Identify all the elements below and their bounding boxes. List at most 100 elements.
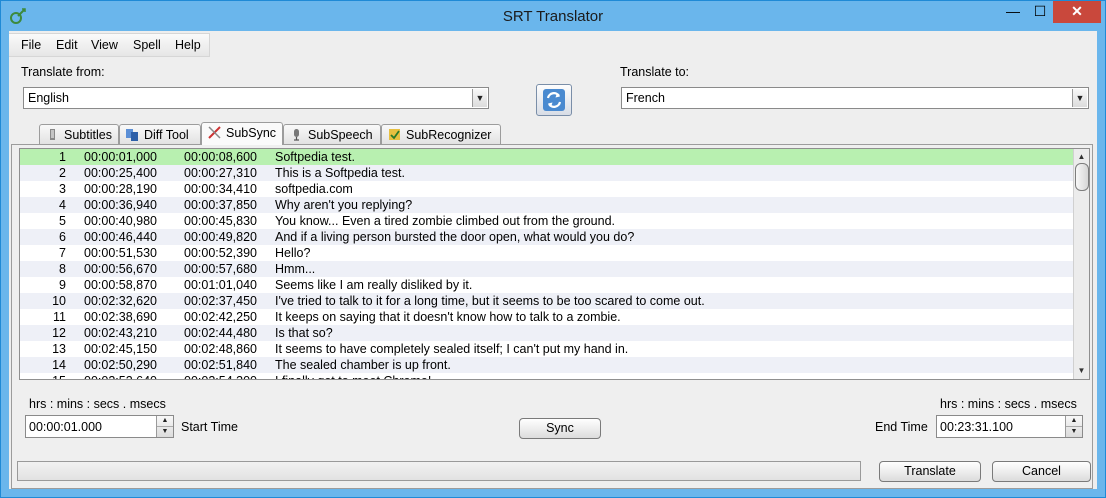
close-button[interactable]: ✕ [1053,1,1101,23]
row-number: 12 [52,326,66,340]
row-number: 8 [59,262,66,276]
table-row[interactable]: 3 00:00:28,190 00:00:34,410 softpedia.com [20,181,1074,197]
table-row[interactable]: 6 00:00:46,440 00:00:49,820 And if a living… [20,229,1074,245]
table-row[interactable]: 10 00:02:32,620 00:02:37,450 I've tried to … [20,293,1074,309]
spinner-up-icon[interactable]: ▲ [1066,416,1082,427]
table-row[interactable]: 7 00:00:51,530 00:00:52,390 Hello? [20,245,1074,261]
tab-diff-tool[interactable]: Diff Tool [119,124,201,144]
menu-view[interactable]: View [91,38,118,52]
menu-file[interactable]: File [21,38,41,52]
translate-from-select[interactable]: English ▼ [23,87,489,109]
row-end-time: 00:00:27,310 [184,166,257,180]
row-text: I finally got to meet Chrome! [275,373,431,379]
row-number: 14 [52,358,66,372]
row-number: 3 [59,182,66,196]
row-end-time: 00:00:45,830 [184,214,257,228]
subtitle-table[interactable]: 1 00:00:01,000 00:00:08,600 Softpedia test.… [19,148,1090,380]
table-row[interactable]: 14 00:02:50,290 00:02:51,840 The sealed cha… [20,357,1074,373]
translate-from-label: Translate from: [21,65,105,79]
start-time-label: Start Time [181,420,238,434]
row-number: 9 [59,278,66,292]
tab-subspeech[interactable]: SubSpeech [283,124,381,144]
sync-button[interactable]: Sync [519,418,601,439]
spinner-down-icon[interactable]: ▼ [157,427,173,437]
window-title: SRT Translator [502,8,604,25]
scrollbar-thumb[interactable] [1075,163,1089,191]
row-end-time: 00:02:37,450 [184,294,257,308]
row-text: And if a living person bursted the door … [275,230,635,244]
spinner-up-icon[interactable]: ▲ [157,416,173,427]
row-end-time: 00:00:57,680 [184,262,257,276]
cancel-button[interactable]: Cancel [992,461,1091,482]
tab-label: Subtitles [64,128,112,142]
row-text: I've tried to talk to it for a long time… [275,294,705,308]
row-text: Softpedia test. [275,150,355,164]
tab-subtitles[interactable]: Subtitles [39,124,119,144]
tab-subsync[interactable]: SubSync [201,122,283,145]
client-area: File Edit View Spell Help Translate from… [9,31,1097,489]
row-start-time: 00:02:52,640 [84,373,157,379]
row-text: Is that so? [275,326,333,340]
translate-to-label: Translate to: [620,65,690,79]
table-row[interactable]: 5 00:00:40,980 00:00:45,830 You know... Eve… [20,213,1074,229]
table-row[interactable]: 13 00:02:45,150 00:02:48,860 It seems to ha… [20,341,1074,357]
row-end-time: 00:02:44,480 [184,326,257,340]
start-time-spinner[interactable]: 00:00:01.000 ▲ ▼ [25,415,174,438]
row-number: 2 [59,166,66,180]
row-start-time: 00:00:58,870 [84,278,157,292]
tab-label: SubSpeech [308,128,373,142]
row-number: 13 [52,342,66,356]
row-text: It keeps on saying that it doesn't know … [275,310,621,324]
row-end-time: 00:02:48,860 [184,342,257,356]
maximize-button[interactable]: ☐ [1027,1,1053,23]
chevron-down-icon[interactable]: ▼ [1072,89,1087,107]
subsync-icon [208,126,221,139]
chevron-down-icon[interactable]: ▼ [472,89,487,107]
end-time-label: End Time [875,420,928,434]
row-end-time: 00:00:52,390 [184,246,257,260]
start-time-format-label: hrs : mins : secs . msecs [29,397,166,411]
tab-subrecognizer[interactable]: SubRecognizer [381,124,501,144]
row-number: 7 [59,246,66,260]
title-bar[interactable]: SRT Translator — ☐ ✕ [1,1,1105,31]
menu-help[interactable]: Help [175,38,201,52]
row-end-time: 00:00:08,600 [184,150,257,164]
row-start-time: 00:02:45,150 [84,342,157,356]
scroll-down-icon[interactable]: ▼ [1074,363,1089,378]
row-text: You know... Even a tired zombie climbed … [275,214,616,228]
scroll-up-icon[interactable]: ▲ [1074,149,1089,164]
spinner-buttons: ▲ ▼ [156,416,173,437]
vertical-scrollbar[interactable]: ▲ ▼ [1073,149,1089,379]
table-row[interactable]: 8 00:00:56,670 00:00:57,680 Hmm... [20,261,1074,277]
table-row[interactable]: 15 00:02:52,640 00:02:54,300 I finally got … [20,373,1074,379]
minimize-button[interactable]: — [999,1,1027,23]
row-text: The sealed chamber is up front. [275,358,451,372]
row-number: 6 [59,230,66,244]
row-start-time: 00:02:32,620 [84,294,157,308]
table-row[interactable]: 12 00:02:43,210 00:02:44,480 Is that so? [20,325,1074,341]
row-start-time: 00:02:38,690 [84,310,157,324]
swap-languages-button[interactable] [536,84,572,116]
row-text: Why aren't you replying? [275,198,413,212]
end-time-spinner[interactable]: 00:23:31.100 ▲ ▼ [936,415,1083,438]
spinner-down-icon[interactable]: ▼ [1066,427,1082,437]
start-time-value: 00:00:01.000 [29,420,102,434]
menu-spell[interactable]: Spell [133,38,161,52]
row-text: This is a Softpedia test. [275,166,405,180]
table-row[interactable]: 2 00:00:25,400 00:00:27,310 This is a Softp… [20,165,1074,181]
subtitles-icon [50,129,55,140]
table-row[interactable]: 11 00:02:38,690 00:02:42,250 It keeps on sa… [20,309,1074,325]
row-text: softpedia.com [275,182,353,196]
spinner-buttons: ▲ ▼ [1065,416,1082,437]
row-text: Seems like I am really disliked by it. [275,278,473,292]
row-start-time: 00:02:50,290 [84,358,157,372]
progress-bar [17,461,861,481]
table-row[interactable]: 9 00:00:58,870 00:01:01,040 Seems like I am… [20,277,1074,293]
table-row[interactable]: 4 00:00:36,940 00:00:37,850 Why aren't you … [20,197,1074,213]
menu-edit[interactable]: Edit [56,38,78,52]
row-end-time: 00:00:34,410 [184,182,257,196]
translate-to-select[interactable]: French ▼ [621,87,1089,109]
row-end-time: 00:00:37,850 [184,198,257,212]
translate-button[interactable]: Translate [879,461,981,482]
table-row[interactable]: 1 00:00:01,000 00:00:08,600 Softpedia test. [20,149,1074,165]
